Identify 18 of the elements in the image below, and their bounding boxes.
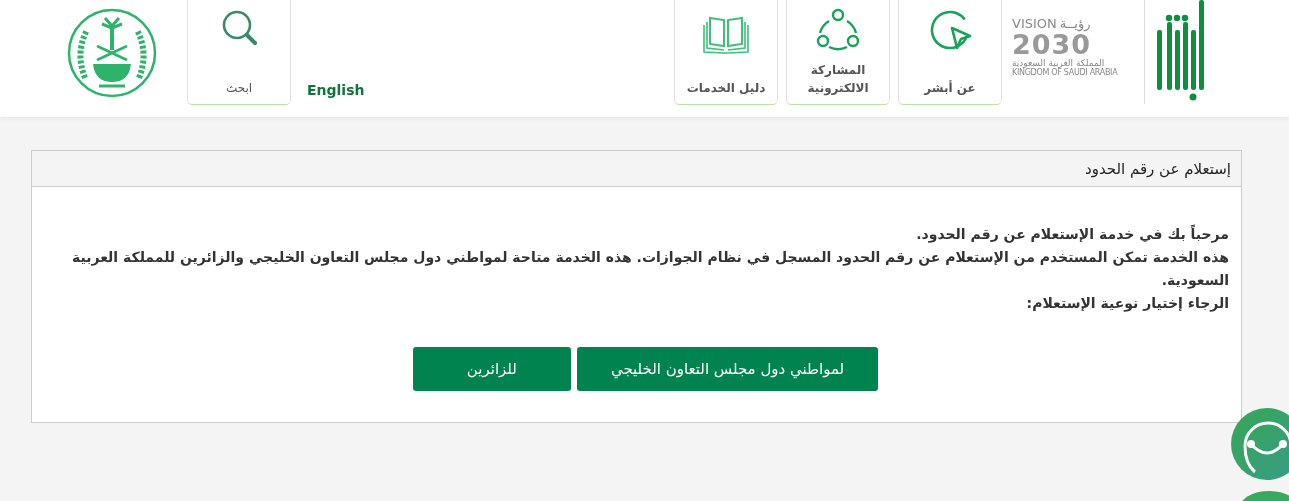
emblem-icon — [67, 8, 157, 98]
option-button[interactable]: للزائرين — [412, 347, 571, 391]
paragraph: هذه الخدمة تمكن المستخدم من الإستعلام عن رقم الحدود المسجل في نظام الجوازات. هذه الخدمة متاحة لمواطني دول مجلس التعاون الخليجي والزائرين للمملكة العربية السعودية. — [71, 248, 1229, 291]
logo-text: VISION — [1012, 16, 1057, 31]
logo-text: المملكة العربية السعودية — [1012, 58, 1105, 68]
paragraph: الرجاء إختيار نوعية الإستعلام: — [1025, 294, 1229, 314]
logo-text: رؤيــة — [1059, 16, 1091, 31]
language-link[interactable]: English — [307, 82, 365, 98]
search-icon — [220, 8, 258, 46]
option-button[interactable]: لمواطني دول مجلس التعاون الخليجي — [576, 347, 879, 391]
nav-tile[interactable]: عن أبشر — [898, 0, 1002, 105]
logo-text: KINGDOM OF SAUDI ARABIA — [1012, 68, 1118, 77]
logo-year: 2030 — [1012, 31, 1092, 58]
nav-tile[interactable]: المشاركة الالكترونية — [786, 0, 890, 105]
search-tile[interactable]: ابحث — [187, 0, 291, 105]
nav-tile[interactable]: دليل الخدمات — [674, 0, 778, 105]
paragraph: مرحباً بك في خدمة الإستعلام عن رقم الحدود. — [915, 223, 1229, 245]
panel-title: إستعلام عن رقم الحدود — [1084, 159, 1231, 178]
